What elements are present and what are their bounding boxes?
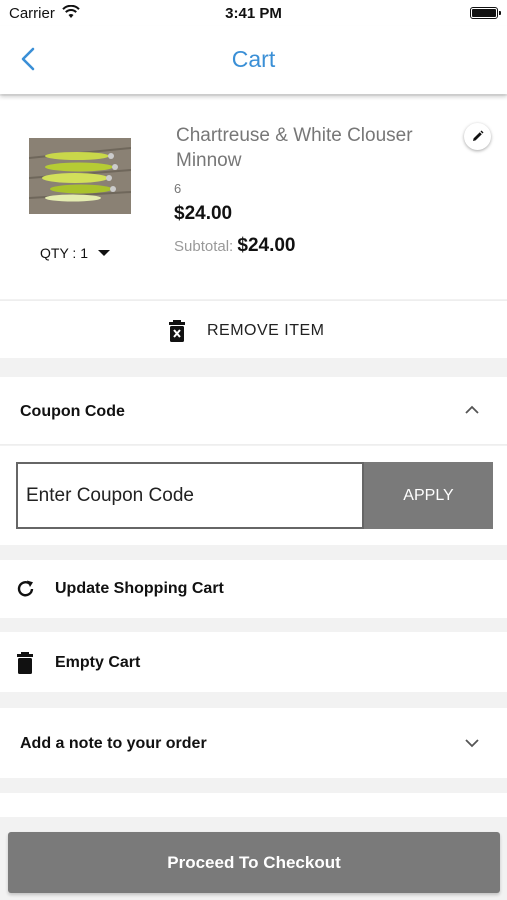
coupon-form: APPLY: [0, 446, 507, 545]
update-cart-label: Update Shopping Cart: [55, 580, 224, 597]
clock: 3:41 PM: [225, 5, 282, 22]
quantity-selector[interactable]: QTY : 1: [40, 245, 110, 261]
fly-lure-product-photo: [29, 138, 131, 214]
status-bar: Carrier 3:41 PM: [0, 0, 507, 26]
trash-x-icon: [169, 320, 185, 342]
remove-item-button[interactable]: REMOVE ITEM: [0, 300, 507, 358]
page-title: Cart: [231, 46, 276, 72]
qty-label: QTY : 1: [40, 245, 88, 261]
product-price: $24.00: [174, 203, 233, 224]
coupon-section-toggle[interactable]: Coupon Code: [0, 377, 507, 445]
product-name: Chartreuse & White Clouser Minnow: [176, 125, 413, 171]
subtotal-value: $24.00: [237, 235, 296, 256]
chevron-up-icon: [465, 405, 479, 414]
edit-item-button[interactable]: [464, 123, 491, 150]
update-cart-button[interactable]: Update Shopping Cart: [0, 560, 507, 618]
order-note-toggle[interactable]: Add a note to your order: [0, 708, 507, 778]
coupon-heading: Coupon Code: [20, 403, 125, 420]
caret-down-icon: [97, 250, 110, 256]
cart-item: QTY : 1 Chartreuse & White Clouser Minno…: [0, 96, 507, 299]
trash-icon: [17, 652, 33, 674]
battery-icon: [470, 7, 501, 19]
apply-coupon-button[interactable]: APPLY: [364, 462, 493, 529]
coupon-code-input[interactable]: [16, 462, 364, 529]
empty-cart-label: Empty Cart: [55, 654, 141, 671]
nav-bar: Cart: [0, 26, 507, 94]
refresh-icon: [17, 580, 34, 597]
section-divider: [0, 793, 507, 817]
order-note-label: Add a note to your order: [20, 735, 207, 752]
product-sku: 6: [174, 181, 182, 196]
product-image: [29, 138, 131, 214]
chevron-down-icon: [465, 739, 479, 748]
pencil-icon: [473, 130, 484, 141]
proceed-to-checkout-button[interactable]: Proceed To Checkout: [8, 832, 500, 893]
empty-cart-button[interactable]: Empty Cart: [0, 632, 507, 692]
item-subtotal: Subtotal: $24.00: [174, 235, 296, 257]
subtotal-label: Subtotal:: [174, 238, 234, 255]
remove-item-label: REMOVE ITEM: [207, 322, 325, 339]
